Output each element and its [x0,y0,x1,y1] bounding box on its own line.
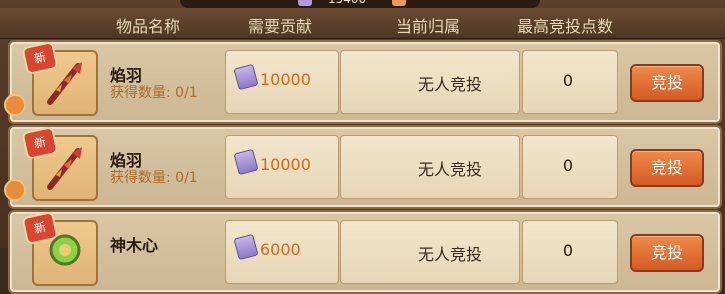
item-slot[interactable]: 新 [21,125,98,201]
bid-button[interactable]: 竞投 [630,64,704,102]
currency-value: 15400 [328,0,366,6]
currency-bar: 15400 [180,0,540,8]
side-charm-icon [4,94,26,116]
table-row: 新 神木心 6000 无人竞投 0 竞投 [8,210,722,294]
side-charm-icon [4,179,26,201]
obtained-count: 获得数量: 0/1 [110,170,198,186]
required-contribution: 10000 [260,155,311,174]
table-header: 物品名称 需要贡献 当前归属 最高竞投点数 [0,8,725,39]
highest-bid-points: 0 [562,71,574,90]
header-required-contribution: 需要贡献 [247,17,312,36]
highest-bid-points: 0 [562,156,574,175]
current-owner: 无人竞投 [417,245,482,264]
header-item-name: 物品名称 [115,17,180,36]
item-name: 神木心 [110,236,159,255]
gem-icon [392,0,406,6]
required-contribution: 10000 [260,70,311,89]
bid-button[interactable]: 竞投 [630,234,704,272]
highest-bid-points: 0 [562,241,574,260]
current-owner: 无人竞投 [417,160,482,179]
item-slot[interactable]: 新 [21,40,98,116]
item-slot[interactable]: 新 [21,210,98,286]
table-row: 新 焰羽 获得数量: 0/1 10000 无人竞投 0 竞投 [4,125,722,209]
header-current-owner: 当前归属 [395,17,460,36]
header-highest-bid-points: 最高竞投点数 [516,17,613,36]
required-contribution: 6000 [260,240,301,259]
currency-icon [298,0,312,6]
current-owner: 无人竞投 [417,75,482,94]
screen-frame: 15400 物品名称 需要贡献 当前归属 最高竞投点数 新 焰羽 获得数量: 0… [0,0,725,294]
table-row: 新 焰羽 获得数量: 0/1 10000 无人竞投 0 竞投 [4,40,722,124]
obtained-count: 获得数量: 0/1 [110,85,198,101]
bid-button[interactable]: 竞投 [630,149,704,187]
